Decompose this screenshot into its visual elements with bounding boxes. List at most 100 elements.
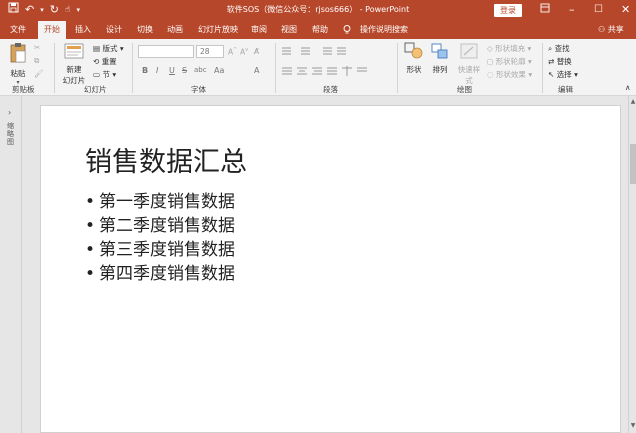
divider [275,43,276,93]
divider [132,43,133,93]
bullet-item[interactable]: 第一季度销售数据 [85,190,235,214]
vertical-scrollbar[interactable]: ▲ ▼ [628,96,636,433]
tab-help[interactable]: 帮助 [312,21,328,39]
shapes-label: 形状 [406,65,422,74]
group-label-slides: 幻灯片 [84,85,107,94]
group-label-clipboard: 剪贴板 [12,85,35,94]
thumbnail-pane-label: 缩略图 [7,122,14,146]
login-button[interactable]: 登录 [494,4,522,17]
bold-button[interactable]: B [142,66,148,75]
decrease-font-icon[interactable]: Av [240,47,248,57]
tab-view[interactable]: 视图 [281,21,297,39]
quick-styles-icon [460,43,478,59]
reset-button[interactable]: ⟲ 重置 [93,56,117,67]
share-button[interactable]: ⚇ 共享 [598,21,624,39]
bullet-item[interactable]: 第三季度销售数据 [85,238,235,262]
layout-icon: ▤ [93,44,101,53]
shapes-button[interactable]: 形状 [402,42,426,75]
ribbon-home: 粘贴 ▾ ✂ ⧉ 🖌 剪贴板 新建 幻灯片 ▤ 版式 ▾ ⟲ 重置 ▭ 节 ▾ … [0,39,636,96]
lightbulb-icon [343,21,351,39]
divider [542,43,543,93]
paste-button[interactable]: 粘贴 ▾ [6,42,30,86]
shapes-icon [404,42,423,59]
quick-styles-label: 快速样式 [457,65,481,85]
arrange-button[interactable]: 排列 [428,42,452,75]
section-icon: ▭ [93,70,101,79]
bullet-item[interactable]: 第四季度销售数据 [85,262,235,286]
maximize-icon[interactable]: ☐ [594,2,603,18]
paste-label: 粘贴 [10,69,26,78]
font-size-input[interactable]: 28 [196,45,224,58]
font-color-button[interactable]: A [254,66,259,75]
arrange-label: 排列 [432,65,448,74]
shape-effect-button[interactable]: ◌ 形状效果 ▾ [487,69,532,80]
shape-outline-label: 形状轮廓 [495,57,526,66]
find-button[interactable]: ⌕ 查找 [548,43,570,54]
close-icon[interactable]: ✕ [621,2,630,18]
tab-transitions[interactable]: 切换 [137,21,153,39]
layout-button[interactable]: ▤ 版式 ▾ [93,43,124,54]
clear-format-icon[interactable]: A̸ [254,47,259,56]
italic-button[interactable]: I [156,66,158,75]
new-slide-icon [64,43,84,59]
title-bar: ↶ ▾ ↻ ☝ ▾ 软件SOS（微信公众号：rjsos666） - PowerP… [0,0,636,21]
increase-font-icon[interactable]: A^ [228,47,237,57]
tab-slideshow[interactable]: 幻灯片放映 [198,21,238,39]
change-case-button[interactable]: Aa [214,66,224,75]
section-button[interactable]: ▭ 节 ▾ [93,69,116,80]
expand-thumbnails-icon[interactable]: › [8,108,11,117]
cursor-icon: ↖ [548,70,555,79]
format-painter-icon[interactable]: 🖌 [34,69,44,78]
arrange-icon [431,43,448,59]
tab-file[interactable]: 文件 [10,21,26,39]
shape-fill-label: 形状填充 [495,44,526,53]
bullet-item[interactable]: 第二季度销售数据 [85,214,235,238]
minimize-icon[interactable]: – [569,2,575,18]
paste-icon [10,43,26,63]
new-slide-label-1: 新建 [66,65,82,74]
ribbon-tabs: 文件 开始 插入 设计 切换 动画 幻灯片放映 审阅 视图 帮助 操作说明搜索 … [0,21,636,39]
replace-button[interactable]: ⇄ 替换 [548,56,572,67]
thumbnail-pane: › 缩略图 [0,96,22,433]
char-spacing-button[interactable]: abc [194,66,207,74]
reset-label: 重置 [101,57,117,66]
cut-icon[interactable]: ✂ [34,43,40,52]
scroll-up-icon[interactable]: ▲ [629,98,636,105]
group-label-paragraph: 段落 [323,85,338,94]
layout-label: 版式 [102,44,118,53]
tab-review[interactable]: 审阅 [251,21,267,39]
section-label: 节 [102,70,110,79]
reset-icon: ⟲ [93,57,100,66]
powerpoint-window: ↶ ▾ ↻ ☝ ▾ 软件SOS（微信公众号：rjsos666） - PowerP… [0,0,636,433]
slide-content[interactable]: 第一季度销售数据 第二季度销售数据 第三季度销售数据 第四季度销售数据 [85,190,235,286]
tab-design[interactable]: 设计 [106,21,122,39]
tab-animations[interactable]: 动画 [167,21,183,39]
tab-home[interactable]: 开始 [38,21,66,39]
slide-canvas[interactable]: 销售数据汇总 第一季度销售数据 第二季度销售数据 第三季度销售数据 第四季度销售… [40,105,621,433]
replace-icon: ⇄ [548,57,555,66]
tell-me-search[interactable]: 操作说明搜索 [360,21,408,39]
share-label: 共享 [607,25,624,34]
paragraph-tools[interactable] [281,45,371,81]
new-slide-button[interactable]: 新建 幻灯片 [60,42,88,86]
font-name-input[interactable] [138,45,194,58]
scrollbar-thumb[interactable] [630,144,636,184]
shape-outline-button[interactable]: ◻ 形状轮廓 ▾ [487,56,532,67]
slide-title[interactable]: 销售数据汇总 [85,140,247,179]
ribbon-display-options-icon[interactable] [540,2,550,18]
copy-icon[interactable]: ⧉ [34,56,39,66]
shape-effect-label: 形状效果 [495,70,526,79]
tab-insert[interactable]: 插入 [75,21,91,39]
editor-workspace: › 缩略图 销售数据汇总 第一季度销售数据 第二季度销售数据 第三季度销售数据 … [0,96,636,433]
replace-label: 替换 [556,57,572,66]
scroll-down-icon[interactable]: ▼ [629,422,636,429]
shape-fill-button[interactable]: ◇ 形状填充 ▾ [487,43,531,54]
group-label-drawing: 绘图 [457,85,472,94]
select-button[interactable]: ↖ 选择 ▾ [548,69,578,80]
quick-styles-button[interactable]: 快速样式 [455,42,483,86]
strikethrough-button[interactable]: S [182,66,187,75]
underline-button[interactable]: U [169,66,175,75]
group-label-font: 字体 [191,85,206,94]
collapse-ribbon-icon[interactable]: ∧ [625,83,631,92]
divider [54,43,55,93]
